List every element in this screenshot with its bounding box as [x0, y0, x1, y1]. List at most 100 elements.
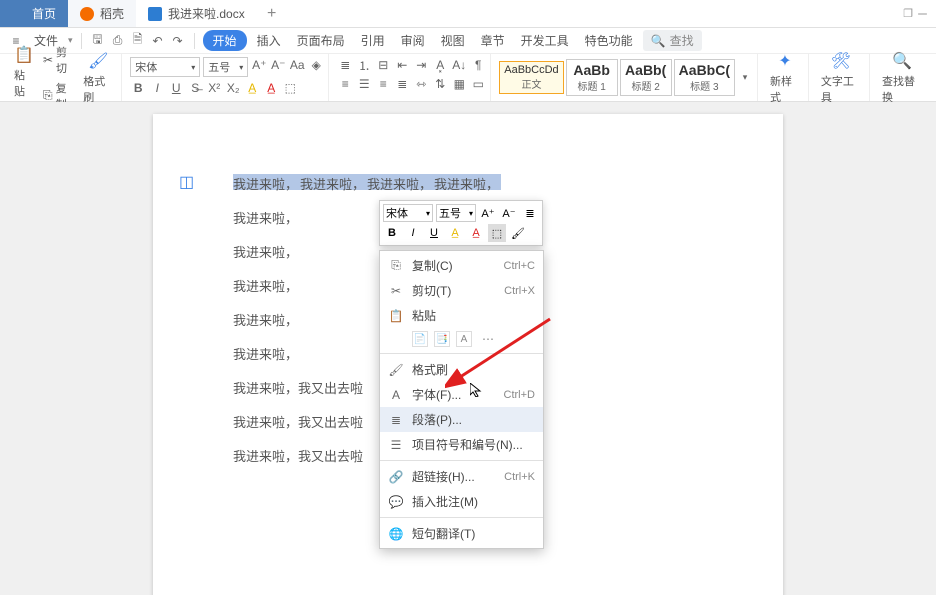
text-line[interactable]: 我进来啦，	[367, 174, 434, 190]
mini-bold-icon[interactable]: B	[383, 224, 401, 242]
bold-icon[interactable]: B	[130, 80, 146, 96]
char-scale-icon[interactable]: A͓	[432, 57, 448, 73]
style-h1[interactable]: AaBb标题 1	[566, 59, 618, 96]
ctx-copy[interactable]: ⎘复制(C)Ctrl+C	[380, 253, 543, 278]
indent-dec-icon[interactable]: ⇤	[394, 57, 410, 73]
mini-list-icon[interactable]: ≣	[521, 204, 539, 222]
ctx-translate[interactable]: 🌐短句翻译(T)	[380, 521, 543, 546]
font-color-icon[interactable]: A̲	[263, 80, 279, 96]
text-line[interactable]: 我进来啦，	[434, 174, 501, 190]
save-icon[interactable]: 🖫	[90, 33, 106, 49]
paste-text-only-icon[interactable]: A	[456, 331, 472, 347]
para-mark-icon[interactable]: ¶	[470, 57, 486, 73]
page-margin-icon: ◫	[179, 172, 193, 186]
size-select[interactable]: 五号▾	[203, 57, 248, 77]
print-icon[interactable]: ⎙	[110, 33, 126, 49]
sort-icon[interactable]: A↓	[451, 57, 467, 73]
cut-button[interactable]: ✂剪切	[40, 43, 77, 77]
format-brush-button[interactable]: 🖌格式刷	[79, 51, 117, 105]
search-icon: 🔍	[651, 34, 666, 48]
mini-format-brush-icon[interactable]: 🖌	[509, 224, 527, 242]
indent-inc-icon[interactable]: ⇥	[413, 57, 429, 73]
borders-icon[interactable]: ▭	[470, 76, 486, 92]
context-menu: ⎘复制(C)Ctrl+C ✂剪切(T)Ctrl+X 📋粘贴 📄 📑 A ⋯ 🖌格…	[379, 250, 544, 549]
styles-more-icon[interactable]: ▾	[737, 70, 753, 86]
distribute-icon[interactable]: ⇿	[413, 76, 429, 92]
ctx-comment[interactable]: 💬插入批注(M)	[380, 489, 543, 514]
line-spacing-icon[interactable]: ⇅	[432, 76, 448, 92]
menu-special[interactable]: 特色功能	[579, 30, 639, 51]
style-body[interactable]: AaBbCcDd正文	[499, 61, 563, 94]
tab-home[interactable]: 首页	[0, 0, 68, 27]
clear-format-icon[interactable]: ◈	[308, 57, 324, 73]
new-tab-button[interactable]: +	[257, 0, 287, 27]
paste-button[interactable]: 📋粘贴▾	[10, 45, 38, 110]
style-h2[interactable]: AaBb(标题 2	[620, 59, 672, 96]
align-center-icon[interactable]: ☰	[356, 76, 372, 92]
change-case-icon[interactable]: Aa	[289, 57, 305, 73]
new-style-button[interactable]: ✦新样式	[766, 51, 804, 105]
search-box[interactable]: 🔍 查找	[643, 30, 702, 51]
ctx-paragraph[interactable]: ≣段落(P)...	[380, 407, 543, 432]
menu-view[interactable]: 视图	[435, 30, 471, 51]
ctx-hyperlink[interactable]: 🔗超链接(H)...Ctrl+K	[380, 464, 543, 489]
text-tools-button[interactable]: 🛠文字工具	[817, 51, 865, 105]
ctx-font[interactable]: A字体(F)...Ctrl+D	[380, 382, 543, 407]
mini-grow-icon[interactable]: A⁺	[479, 204, 497, 222]
highlight-icon[interactable]: A̲	[244, 80, 260, 96]
styles-gallery: AaBbCcDd正文 AaBb标题 1 AaBb(标题 2 AaBbC(标题 3…	[495, 54, 758, 101]
mini-fontcolor-icon[interactable]: A̲	[467, 224, 485, 242]
paragraph-icon: ≣	[388, 413, 404, 427]
paste-keep-source-icon[interactable]: 📄	[412, 331, 428, 347]
text-line[interactable]: 我进来啦，	[233, 174, 300, 190]
tab-daoke[interactable]: 稻壳	[68, 0, 136, 27]
mini-underline-icon[interactable]: U	[425, 224, 443, 242]
char-border-icon[interactable]: ⬚	[282, 80, 298, 96]
paste-more-icon[interactable]: ⋯	[482, 332, 494, 346]
ctx-format-brush[interactable]: 🖌格式刷	[380, 357, 543, 382]
italic-icon[interactable]: I	[149, 80, 165, 96]
ctx-bullets[interactable]: ☰项目符号和编号(N)...	[380, 432, 543, 457]
subscript-icon[interactable]: X₂	[225, 80, 241, 96]
menu-pagelayout[interactable]: 页面布局	[291, 30, 351, 51]
grow-font-icon[interactable]: A⁺	[251, 57, 267, 73]
redo-icon[interactable]: ↷	[170, 33, 186, 49]
mini-shading-icon[interactable]: ⬚	[488, 224, 506, 242]
ctx-paste[interactable]: 📋粘贴	[380, 303, 543, 328]
font-select[interactable]: 宋体▾	[130, 57, 200, 77]
multilevel-icon[interactable]: ⊟	[375, 57, 391, 73]
menu-chapter[interactable]: 章节	[475, 30, 511, 51]
ctx-cut[interactable]: ✂剪切(T)Ctrl+X	[380, 278, 543, 303]
minimize-icon[interactable]: ❐	[903, 7, 913, 20]
menu-start[interactable]: 开始	[203, 30, 247, 51]
shrink-font-icon[interactable]: A⁻	[270, 57, 286, 73]
align-justify-icon[interactable]: ≣	[394, 76, 410, 92]
numbering-icon[interactable]: ⒈	[356, 57, 372, 73]
menu-review[interactable]: 审阅	[395, 30, 431, 51]
align-right-icon[interactable]: ≡	[375, 76, 391, 92]
preview-icon[interactable]: 🗎	[130, 33, 146, 49]
mini-italic-icon[interactable]: I	[404, 224, 422, 242]
strike-icon[interactable]: S̶	[187, 80, 203, 96]
shading-icon[interactable]: ▦	[451, 76, 467, 92]
superscript-icon[interactable]: X²	[206, 80, 222, 96]
mini-size-select[interactable]: 五号▾	[436, 204, 476, 222]
brush-icon: 🖌	[388, 363, 404, 377]
bullets-icon[interactable]: ≣	[337, 57, 353, 73]
menu-dev[interactable]: 开发工具	[515, 30, 575, 51]
tab-document[interactable]: 我进来啦.docx	[136, 0, 257, 27]
menu-insert[interactable]: 插入	[251, 30, 287, 51]
style-h3[interactable]: AaBbC(标题 3	[674, 59, 735, 96]
underline-icon[interactable]: U	[168, 80, 184, 96]
align-left-icon[interactable]: ≡	[337, 76, 353, 92]
mini-highlight-icon[interactable]: A̲	[446, 224, 464, 242]
text-line[interactable]: 我进来啦，	[300, 174, 367, 190]
undo-icon[interactable]: ↶	[150, 33, 166, 49]
shrink-icon[interactable]: ー	[917, 6, 928, 22]
mini-shrink-icon[interactable]: A⁻	[500, 204, 518, 222]
find-replace-button[interactable]: 🔍查找替换	[878, 51, 926, 105]
menu-reference[interactable]: 引用	[355, 30, 391, 51]
mini-font-select[interactable]: 宋体▾	[383, 204, 433, 222]
ctx-paste-options: 📄 📑 A ⋯	[380, 328, 543, 350]
paste-match-dest-icon[interactable]: 📑	[434, 331, 450, 347]
